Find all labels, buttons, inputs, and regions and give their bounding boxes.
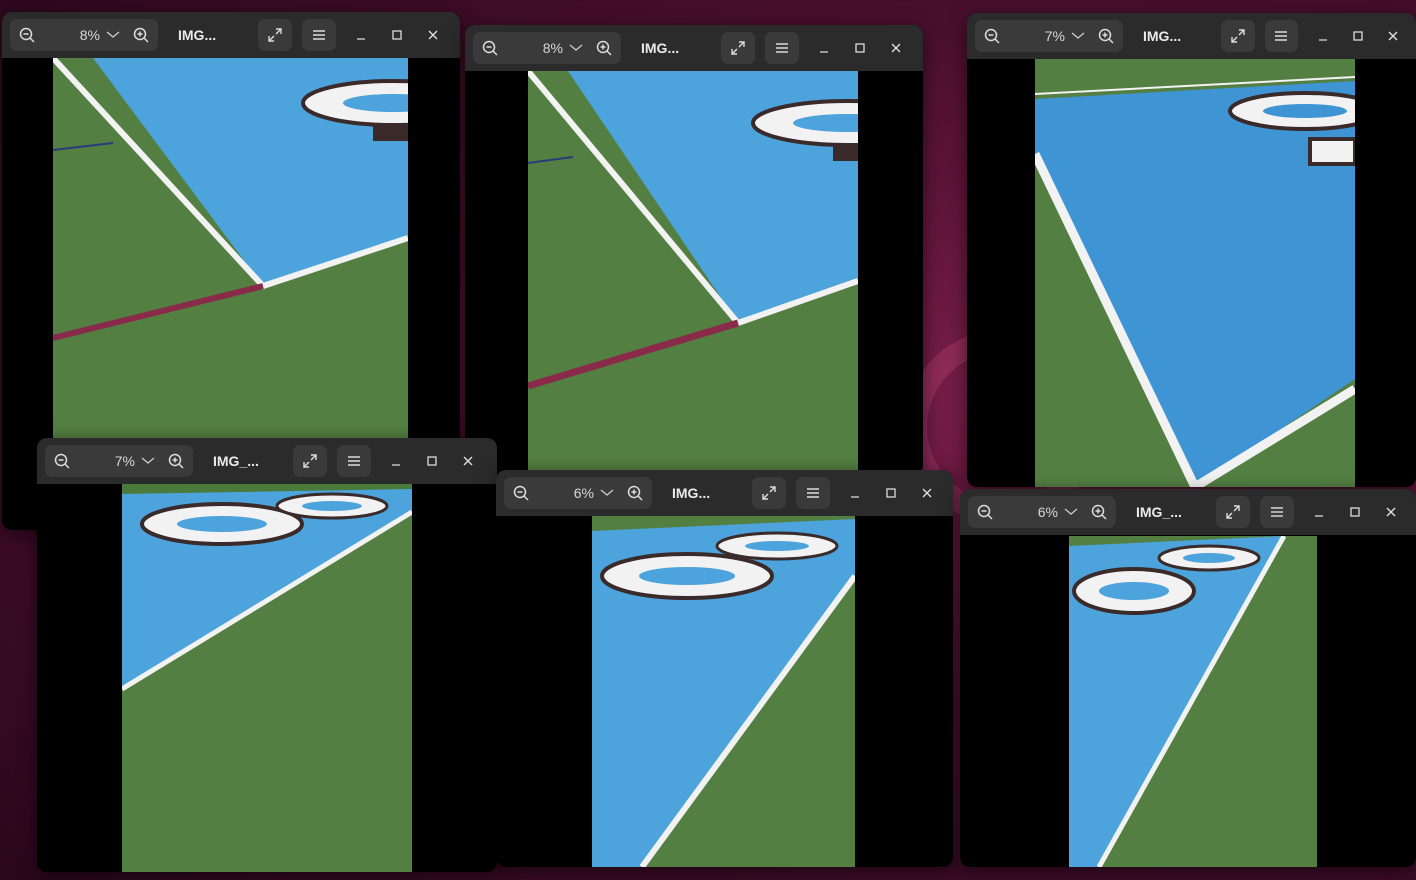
- hamburger-menu-icon[interactable]: [765, 32, 799, 64]
- zoom-in-icon[interactable]: [1082, 496, 1116, 528]
- window-header: 8% IMG...: [2, 12, 460, 58]
- chevron-down-icon: [1071, 32, 1085, 39]
- close-icon[interactable]: [453, 445, 483, 477]
- zoom-out-icon[interactable]: [504, 477, 538, 509]
- close-icon[interactable]: [881, 32, 911, 64]
- chevron-down-icon: [569, 44, 583, 51]
- fullscreen-icon[interactable]: [293, 445, 327, 477]
- chevron-down-icon: [106, 31, 120, 38]
- window-title: IMG_...: [1136, 504, 1182, 520]
- zoom-level-value: 7%: [114, 453, 135, 469]
- fullscreen-icon[interactable]: [258, 19, 292, 51]
- window-title: IMG...: [672, 485, 711, 501]
- image-viewer-window-5: 6% IMG...: [496, 470, 953, 867]
- window-header: 7% IMG_...: [37, 438, 497, 484]
- image-viewer-window-6: 6% IMG_...: [960, 489, 1416, 867]
- image-viewer-window-3: 7% IMG...: [967, 13, 1416, 487]
- fullscreen-icon[interactable]: [1216, 496, 1250, 528]
- zoom-level-dropdown[interactable]: 6%: [538, 477, 618, 509]
- zoom-controls: 6%: [504, 477, 652, 509]
- maximize-icon[interactable]: [845, 32, 875, 64]
- window-header: 7% IMG...: [967, 13, 1416, 59]
- zoom-controls: 7%: [45, 445, 193, 477]
- maximize-icon[interactable]: [1340, 496, 1370, 528]
- window-title: IMG...: [641, 40, 680, 56]
- close-icon[interactable]: [912, 477, 942, 509]
- zoom-controls: 7%: [975, 20, 1123, 52]
- hamburger-menu-icon[interactable]: [1260, 496, 1294, 528]
- field-photo: [1069, 536, 1317, 867]
- zoom-out-icon[interactable]: [45, 445, 79, 477]
- zoom-in-icon[interactable]: [124, 19, 158, 51]
- zoom-controls: 8%: [10, 19, 158, 51]
- chevron-down-icon: [600, 489, 614, 496]
- minimize-icon[interactable]: [381, 445, 411, 477]
- window-header: 6% IMG...: [496, 470, 953, 516]
- chevron-down-icon: [141, 457, 155, 464]
- zoom-out-icon[interactable]: [473, 32, 507, 64]
- zoom-level-dropdown[interactable]: 7%: [79, 445, 159, 477]
- image-viewer-window-4: 7% IMG_...: [37, 438, 497, 872]
- close-icon[interactable]: [1376, 496, 1406, 528]
- hamburger-menu-icon[interactable]: [337, 445, 371, 477]
- zoom-out-icon[interactable]: [10, 19, 44, 51]
- zoom-level-value: 6%: [1037, 504, 1058, 520]
- minimize-icon[interactable]: [346, 19, 376, 51]
- maximize-icon[interactable]: [417, 445, 447, 477]
- minimize-icon[interactable]: [840, 477, 870, 509]
- zoom-out-icon[interactable]: [968, 496, 1002, 528]
- zoom-controls: 6%: [968, 496, 1116, 528]
- hamburger-menu-icon[interactable]: [796, 477, 830, 509]
- zoom-in-icon[interactable]: [159, 445, 193, 477]
- maximize-icon[interactable]: [876, 477, 906, 509]
- window-title: IMG...: [1143, 28, 1182, 44]
- window-header: 8% IMG...: [465, 25, 923, 71]
- zoom-out-icon[interactable]: [975, 20, 1009, 52]
- fullscreen-icon[interactable]: [752, 477, 786, 509]
- field-photo: [122, 484, 412, 872]
- window-title: IMG...: [178, 27, 217, 43]
- minimize-icon[interactable]: [1304, 496, 1334, 528]
- zoom-level-dropdown[interactable]: 8%: [507, 32, 587, 64]
- zoom-level-dropdown[interactable]: 8%: [44, 19, 124, 51]
- zoom-level-value: 8%: [542, 40, 563, 56]
- zoom-level-value: 6%: [573, 485, 594, 501]
- window-title: IMG_...: [213, 453, 259, 469]
- zoom-in-icon[interactable]: [618, 477, 652, 509]
- window-header: 6% IMG_...: [960, 489, 1416, 535]
- zoom-level-value: 8%: [79, 27, 100, 43]
- maximize-icon[interactable]: [1343, 20, 1372, 52]
- zoom-level-value: 7%: [1044, 28, 1065, 44]
- minimize-icon[interactable]: [809, 32, 839, 64]
- hamburger-menu-icon[interactable]: [1264, 20, 1298, 52]
- maximize-icon[interactable]: [382, 19, 412, 51]
- close-icon[interactable]: [418, 19, 448, 51]
- image-viewer-window-2: 8% IMG...: [465, 25, 923, 475]
- field-photo: [592, 516, 855, 867]
- fullscreen-icon[interactable]: [721, 32, 755, 64]
- fullscreen-icon[interactable]: [1221, 20, 1255, 52]
- zoom-controls: 8%: [473, 32, 621, 64]
- field-photo: [528, 71, 858, 475]
- hamburger-menu-icon[interactable]: [302, 19, 336, 51]
- zoom-level-dropdown[interactable]: 6%: [1002, 496, 1082, 528]
- zoom-in-icon[interactable]: [587, 32, 621, 64]
- field-photo: [1035, 59, 1355, 487]
- close-icon[interactable]: [1379, 20, 1408, 52]
- chevron-down-icon: [1064, 508, 1078, 515]
- minimize-icon[interactable]: [1308, 20, 1337, 52]
- zoom-level-dropdown[interactable]: 7%: [1009, 20, 1089, 52]
- zoom-in-icon[interactable]: [1089, 20, 1123, 52]
